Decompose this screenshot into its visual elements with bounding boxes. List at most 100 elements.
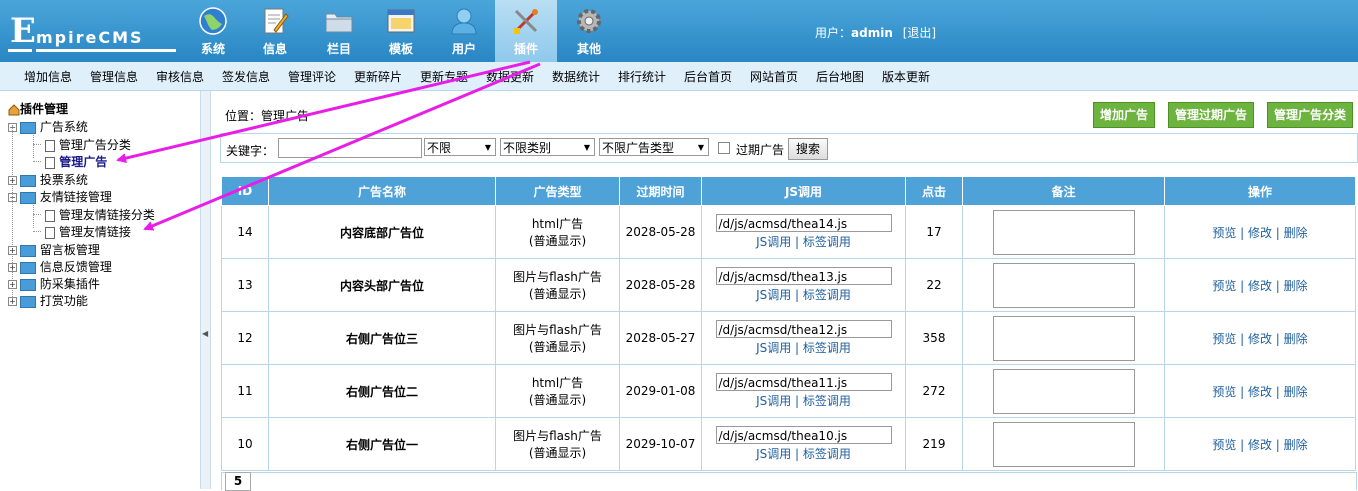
row-actions[interactable]: 预览 | 修改 | 删除	[1164, 364, 1356, 418]
col-notes: 备注	[962, 176, 1165, 206]
menu-data-stats[interactable]: 数据统计	[552, 68, 600, 85]
js-path-field[interactable]: /d/js/acmsd/thea13.js	[715, 267, 892, 285]
breadcrumb: 位置：管理广告	[225, 109, 310, 123]
menu-site-home[interactable]: 网站首页	[750, 68, 798, 85]
folder-icon	[20, 121, 36, 134]
row-type-main: 图片与flash广告	[513, 429, 602, 443]
menu-add-info[interactable]: 增加信息	[24, 68, 72, 85]
expired-ads-button[interactable]: 管理过期广告	[1168, 102, 1254, 128]
nav-system[interactable]: 系统	[182, 0, 244, 62]
nav-label: 其他	[576, 42, 601, 56]
sidebar-splitter[interactable]: ◀	[200, 91, 211, 489]
col-js: JS调用	[701, 176, 906, 206]
table-row: 14 内容底部广告位 html广告 (普通显示) 2028-05-28 /d/js…	[221, 205, 1356, 259]
search-button[interactable]: 搜索	[788, 138, 828, 160]
expand-icon[interactable]: +	[8, 263, 17, 272]
row-actions[interactable]: 预览 | 修改 | 删除	[1164, 417, 1356, 471]
nav-other[interactable]: 其他	[558, 0, 620, 62]
js-call-links[interactable]: JS调用 | 标签调用	[702, 233, 905, 250]
menu-manage-info[interactable]: 管理信息	[90, 68, 138, 85]
tree-guestbook[interactable]: + 留言板管理	[8, 241, 100, 258]
nav-user[interactable]: 用户	[433, 0, 495, 62]
tree-label: 投票系统	[39, 173, 88, 187]
expand-icon[interactable]: +	[8, 246, 17, 255]
nav-info[interactable]: 信息	[244, 0, 306, 62]
row-expire: 2029-10-07	[619, 417, 702, 471]
js-path-field[interactable]: /d/js/acmsd/thea11.js	[715, 373, 892, 391]
menu-update-fragments[interactable]: 更新碎片	[354, 68, 402, 85]
row-type-main: 图片与flash广告	[513, 323, 602, 337]
expand-icon[interactable]: +	[8, 297, 17, 306]
tree-ad-manage[interactable]: 管理广告	[42, 153, 107, 170]
notes-textarea[interactable]	[992, 209, 1135, 255]
row-clicks: 22	[905, 258, 963, 312]
js-call-links[interactable]: JS调用 | 标签调用	[702, 445, 905, 462]
page-number[interactable]: 5	[225, 472, 251, 491]
tree-links-category[interactable]: 管理友情链接分类	[42, 206, 155, 223]
tree-ad-category[interactable]: 管理广告分类	[42, 136, 131, 153]
folder-icon	[20, 278, 36, 291]
nav-label: 模板	[388, 42, 413, 56]
expand-icon[interactable]: +	[8, 280, 17, 289]
notes-textarea[interactable]	[992, 315, 1135, 361]
ad-category-button[interactable]: 管理广告分类	[1267, 102, 1353, 128]
row-name: 右侧广告位三	[268, 311, 496, 365]
col-expire: 过期时间	[619, 176, 702, 206]
notes-textarea[interactable]	[992, 368, 1135, 414]
expand-icon[interactable]: +	[8, 176, 17, 185]
quick-menu: 增加信息 管理信息 审核信息 签发信息 管理评论 更新碎片 更新专题 数据更新 …	[0, 62, 1358, 91]
tree-vote[interactable]: + 投票系统	[8, 171, 88, 188]
row-js: /d/js/acmsd/thea10.js JS调用 | 标签调用	[701, 417, 906, 471]
category-select[interactable]: 不限类别 ▼	[500, 138, 595, 156]
menu-update-topics[interactable]: 更新专题	[420, 68, 468, 85]
tree-ad-system[interactable]: − 广告系统	[8, 118, 88, 135]
menu-data-update[interactable]: 数据更新	[486, 68, 534, 85]
js-call-links[interactable]: JS调用 | 标签调用	[702, 392, 905, 409]
expired-checkbox[interactable]	[718, 142, 730, 154]
js-path-field[interactable]: /d/js/acmsd/thea10.js	[715, 426, 892, 444]
notes-textarea[interactable]	[992, 262, 1135, 308]
collapse-icon[interactable]: −	[8, 123, 17, 132]
menu-admin-home[interactable]: 后台首页	[684, 68, 732, 85]
field-select[interactable]: 不限 ▼	[424, 138, 496, 156]
row-actions[interactable]: 预览 | 修改 | 删除	[1164, 205, 1356, 259]
js-call-links[interactable]: JS调用 | 标签调用	[702, 339, 905, 356]
username: admin	[851, 26, 893, 40]
tree-reward[interactable]: + 打赏功能	[8, 292, 88, 309]
js-path-field[interactable]: /d/js/acmsd/thea12.js	[715, 320, 892, 338]
menu-admin-map[interactable]: 后台地图	[816, 68, 864, 85]
nav-plugin[interactable]: 插件	[495, 0, 557, 62]
col-id[interactable]: ID	[221, 176, 269, 206]
js-path-field[interactable]: /d/js/acmsd/thea14.js	[715, 214, 892, 232]
tree-links[interactable]: − 友情链接管理	[8, 188, 112, 205]
col-name: 广告名称	[268, 176, 496, 206]
plugin-tree: 插件管理 − 广告系统 管理广告分类 管理广告 + 投票系统 − 友情链接管理 …	[0, 91, 200, 489]
collapse-arrow-icon[interactable]: ◀	[202, 329, 208, 338]
menu-manage-comments[interactable]: 管理评论	[288, 68, 336, 85]
row-actions[interactable]: 预览 | 修改 | 删除	[1164, 258, 1356, 312]
menu-rank-stats[interactable]: 排行统计	[618, 68, 666, 85]
js-call-links[interactable]: JS调用 | 标签调用	[702, 286, 905, 303]
tree-label: 打赏功能	[39, 294, 88, 308]
logout-link[interactable]: [退出]	[903, 26, 936, 40]
top-header: E mpireCMS 系统 信息 栏目 模板 用户 插件 其他 用户：admin…	[0, 0, 1358, 62]
menu-review-info[interactable]: 审核信息	[156, 68, 204, 85]
tree-anticollect[interactable]: + 防采集插件	[8, 275, 100, 292]
menu-sign-info[interactable]: 签发信息	[222, 68, 270, 85]
tree-root[interactable]: 插件管理	[8, 100, 68, 117]
notes-textarea[interactable]	[992, 421, 1135, 467]
tree-feedback[interactable]: + 信息反馈管理	[8, 258, 112, 275]
empirecms-logo: E mpireCMS	[6, 8, 176, 54]
tree-links-manage[interactable]: 管理友情链接	[42, 223, 131, 240]
menu-version-update[interactable]: 版本更新	[882, 68, 930, 85]
collapse-icon[interactable]: −	[8, 193, 17, 202]
keyword-label: 关键字：	[226, 144, 275, 158]
user-prefix: 用户：	[815, 26, 852, 40]
nav-category[interactable]: 栏目	[308, 0, 370, 62]
add-ad-button[interactable]: 增加广告	[1093, 102, 1155, 128]
nav-template[interactable]: 模板	[370, 0, 432, 62]
row-js: /d/js/acmsd/thea14.js JS调用 | 标签调用	[701, 205, 906, 259]
keyword-input[interactable]	[278, 138, 422, 158]
ad-type-select[interactable]: 不限广告类型 ▼	[599, 138, 709, 156]
row-actions[interactable]: 预览 | 修改 | 删除	[1164, 311, 1356, 365]
